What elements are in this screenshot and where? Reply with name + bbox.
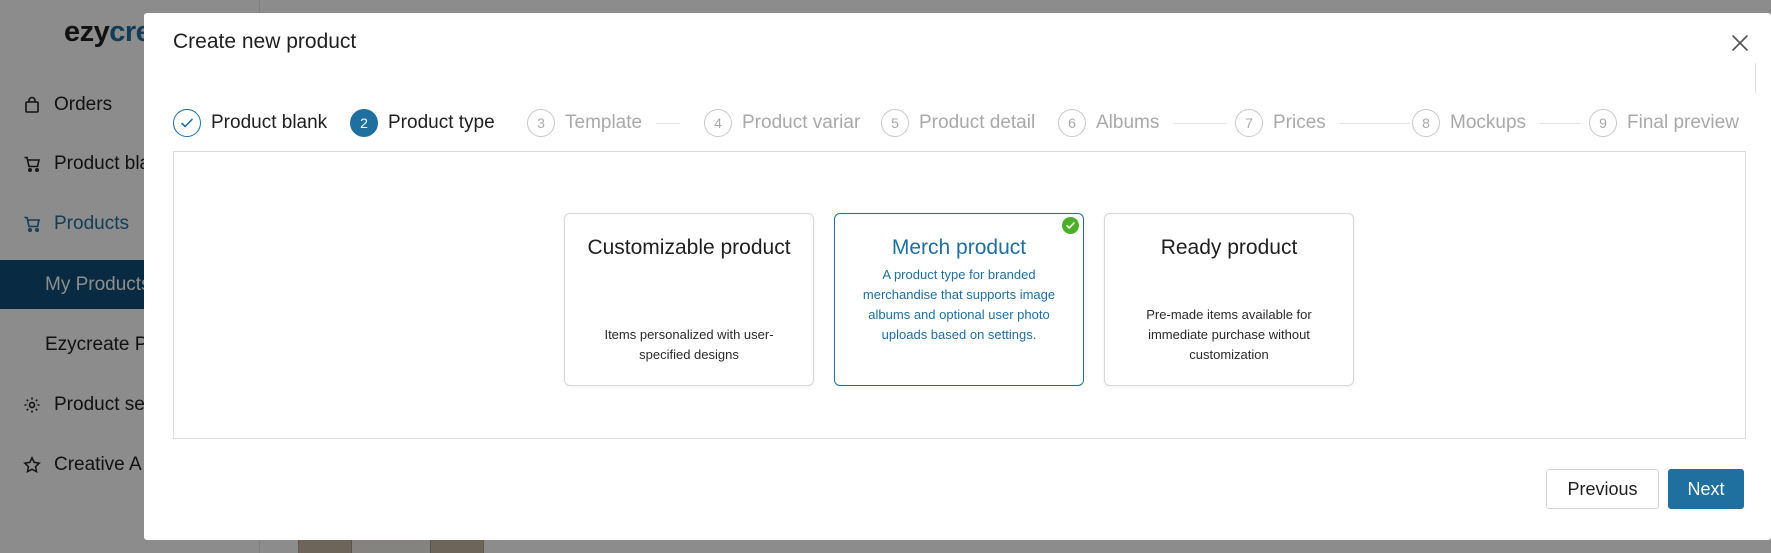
step-albums[interactable]: 6 Albums bbox=[1058, 107, 1228, 139]
next-button[interactable]: Next bbox=[1668, 469, 1744, 509]
card-title: Ready product bbox=[1160, 236, 1298, 259]
step-prices[interactable]: 7 Prices bbox=[1235, 107, 1410, 139]
step-product-type[interactable]: 2 Product type bbox=[350, 107, 495, 139]
step-label: Product blank bbox=[211, 112, 328, 133]
step-label: Product variar bbox=[742, 112, 861, 133]
step-connector bbox=[1540, 122, 1581, 124]
step-label: Mockups bbox=[1450, 112, 1527, 133]
step-number: 5 bbox=[881, 109, 909, 137]
step-check-icon bbox=[173, 109, 201, 137]
step-number: 3 bbox=[527, 109, 555, 137]
selected-check-icon bbox=[1062, 217, 1079, 234]
step-template[interactable]: 3 Template bbox=[527, 107, 681, 139]
step-product-details[interactable]: 5 Product detail bbox=[881, 107, 1035, 139]
card-title: Merch product bbox=[891, 236, 1027, 259]
card-description: A product type for branded merchandise t… bbox=[862, 267, 1056, 342]
stepper: Product blank 2 Product type 3 Template … bbox=[173, 107, 1753, 139]
close-icon bbox=[1732, 35, 1748, 51]
step-mockups[interactable]: 8 Mockups bbox=[1412, 107, 1581, 139]
card-ready-product[interactable]: Ready product Pre-made items available f… bbox=[1104, 213, 1354, 386]
step-label: Template bbox=[565, 112, 643, 133]
step-label: Product type bbox=[388, 112, 495, 133]
step-number: 8 bbox=[1412, 109, 1440, 137]
step-connector bbox=[1173, 122, 1228, 124]
card-customizable-product[interactable]: Customizable product Items personalized … bbox=[564, 213, 814, 386]
product-type-panel: Customizable product Items personalized … bbox=[173, 151, 1746, 439]
step-label: Final preview bbox=[1627, 112, 1739, 133]
step-label: Product detail bbox=[919, 112, 1036, 133]
previous-button[interactable]: Previous bbox=[1546, 469, 1659, 509]
scroll-edge bbox=[1755, 63, 1771, 93]
step-number: 6 bbox=[1058, 109, 1086, 137]
card-merch-product[interactable]: Merch product A product type for branded… bbox=[834, 213, 1084, 386]
step-number: 4 bbox=[704, 109, 732, 137]
modal-title: Create new product bbox=[173, 30, 357, 53]
step-label: Albums bbox=[1096, 112, 1160, 133]
step-number: 7 bbox=[1235, 109, 1263, 137]
step-connector bbox=[656, 122, 681, 124]
step-number: 9 bbox=[1589, 109, 1617, 137]
step-product-blank[interactable]: Product blank bbox=[173, 107, 327, 139]
create-product-modal: Create new product Product blank 2 Produ… bbox=[144, 13, 1771, 540]
step-number: 2 bbox=[350, 109, 378, 137]
card-description: Items personalized with user-specified d… bbox=[604, 327, 774, 362]
step-label: Prices bbox=[1273, 112, 1326, 133]
step-connector bbox=[1339, 122, 1410, 124]
close-button[interactable] bbox=[1728, 31, 1752, 55]
card-description: Pre-made items available for immediate p… bbox=[1146, 307, 1312, 362]
step-final-preview[interactable]: 9 Final preview bbox=[1589, 107, 1739, 139]
card-title: Customizable product bbox=[587, 236, 791, 259]
step-product-variants[interactable]: 4 Product variar bbox=[704, 107, 860, 139]
